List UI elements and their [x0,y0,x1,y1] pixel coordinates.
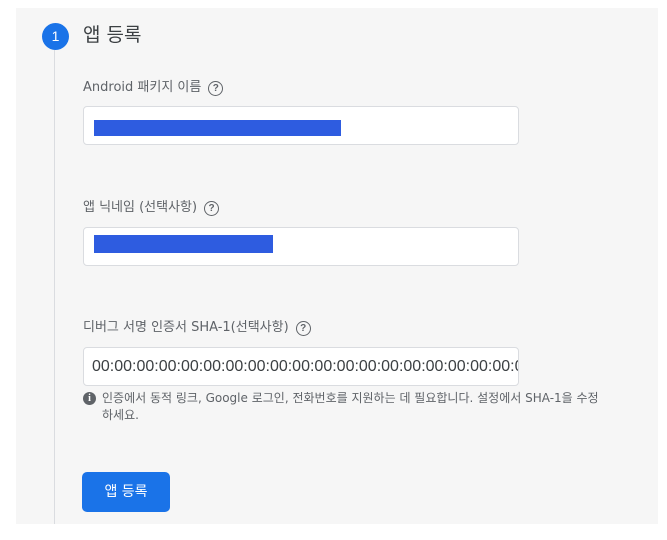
nickname-label: 앱 닉네임 (선택사항) ? [83,199,220,217]
sha1-label: 디버그 서명 인증서 SHA-1(선택사항) ? [83,319,311,337]
step-connector-line [54,48,55,524]
register-app-button[interactable]: 앱 등록 [82,472,170,512]
help-circle-icon[interactable]: ? [295,320,311,336]
package-name-label-text: Android 패키지 이름 [83,80,202,95]
nickname-label-text: 앱 닉네임 (선택사항) [83,200,198,215]
step-number-badge: 1 [42,23,69,50]
help-circle-icon[interactable]: ? [208,80,224,96]
sha1-input[interactable]: 00:00:00:00:00:00:00:00:00:00:00:00:00:0… [83,347,519,386]
sha1-value: 00:00:00:00:00:00:00:00:00:00:00:00:00:0… [92,358,519,375]
redacted-package-name [94,120,341,136]
package-name-label: Android 패키지 이름 ? [83,79,224,97]
sha1-hint: i 인증에서 동적 링크, Google 로그인, 전화번호를 지원하는 데 필… [83,390,603,424]
info-icon: i [83,392,96,405]
redacted-nickname [94,235,273,253]
package-name-input[interactable] [83,106,519,145]
help-circle-icon[interactable]: ? [204,200,220,216]
sha1-hint-text: 인증에서 동적 링크, Google 로그인, 전화번호를 지원하는 데 필요합… [102,391,599,422]
sha1-label-text: 디버그 서명 인증서 SHA-1(선택사항) [83,320,289,335]
step-title: 앱 등록 [83,24,142,46]
nickname-input[interactable] [83,227,519,266]
